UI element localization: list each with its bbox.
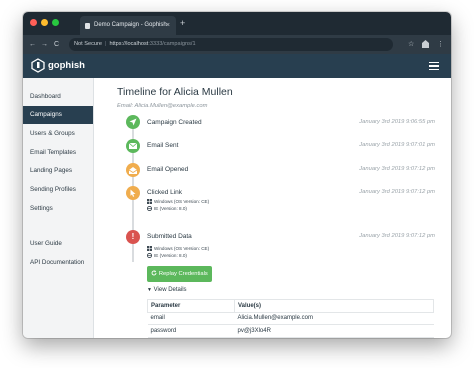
url-scheme: https:// (109, 41, 127, 47)
event-time: January 3rd 2019 9:07:12 pm (359, 189, 435, 195)
table-row: password pv@j3Xlo4R (147, 324, 434, 338)
brand-name: gophish (48, 60, 85, 71)
column-header: Parameter (147, 299, 235, 313)
tab-title: Demo Campaign - Gophish (94, 22, 167, 28)
new-tab-icon[interactable]: + (180, 15, 185, 32)
os-detail: Windows (OS Version: CE) (147, 199, 209, 204)
rocket-icon (126, 115, 140, 129)
replay-credentials-button[interactable]: Replay Credentials (147, 266, 212, 282)
sidebar-item-user-guide[interactable]: User Guide (23, 235, 93, 253)
window-controls (30, 19, 59, 26)
os-detail: Windows (OS Version: CE) (147, 246, 209, 251)
event-time: January 3rd 2019 9:07:12 pm (359, 166, 435, 172)
event-title: Clicked Link (147, 189, 183, 196)
caret-down-icon: ▼ (147, 287, 152, 293)
credentials-table: Parameter Value(s) email Alicia.Mullen@e… (147, 299, 434, 338)
url-host: localhost (126, 41, 149, 47)
table-header-row: Parameter Value(s) (147, 299, 434, 313)
hamburger-menu-icon[interactable] (429, 62, 439, 70)
url-field[interactable]: Not Secure | https://localhost:3333/campai… (69, 38, 393, 51)
not-secure-label: Not Secure (74, 41, 102, 47)
browser-detail: IE (Version: 8.0) (147, 253, 187, 258)
windows-icon (147, 246, 152, 251)
table-cell: pv@j3Xlo4R (234, 324, 434, 338)
table-row: email Alicia.Mullen@example.com (147, 311, 434, 325)
page-icon (85, 23, 90, 29)
ie-icon (147, 253, 152, 258)
refresh-icon (151, 270, 157, 276)
minimize-window-dot[interactable] (41, 19, 48, 26)
extension-icon[interactable] (422, 35, 429, 54)
event-title: Email Sent (147, 142, 179, 149)
browser-menu-icon[interactable]: ⋮ (437, 35, 444, 54)
sidebar-item-settings[interactable]: Settings (23, 200, 93, 218)
event-time: January 3rd 2019 9:07:12 pm (359, 233, 435, 239)
table-cell: email (147, 311, 235, 325)
gophish-logo-icon (31, 58, 45, 73)
table-cell: password (147, 324, 235, 338)
timeline-panel: Timeline for Alicia Mullen Email: Alicia… (94, 78, 451, 338)
close-window-dot[interactable] (30, 19, 37, 26)
browser-tab-bar: Demo Campaign - Gophish × + (23, 12, 451, 35)
ie-icon (147, 206, 152, 211)
sidebar-item-email-templates[interactable]: Email Templates (23, 144, 93, 162)
star-icon[interactable]: ☆ (408, 35, 414, 54)
sidebar-item-users-groups[interactable]: Users & Groups (23, 125, 93, 143)
table-cell: Alicia.Mullen@example.com (234, 311, 434, 325)
page-title: Timeline for Alicia Mullen (117, 86, 233, 98)
browser-detail: IE (Version: 8.0) (147, 206, 187, 211)
back-icon[interactable]: ← (29, 35, 36, 54)
pointer-icon (126, 186, 140, 200)
event-title: Submitted Data (147, 233, 192, 240)
browser-tab[interactable]: Demo Campaign - Gophish × (80, 16, 176, 35)
sidebar: Dashboard Campaigns Users & Groups Email… (23, 78, 94, 338)
sidebar-item-campaigns[interactable]: Campaigns (23, 106, 93, 124)
address-bar-row: ← → C Not Secure | https://localhost:3333/… (23, 35, 451, 54)
url-path: :3333/campaigns/1 (148, 41, 196, 47)
forward-icon[interactable]: → (41, 35, 48, 54)
brand-logo[interactable]: gophish (31, 58, 85, 73)
column-header: Value(s) (234, 299, 434, 313)
sidebar-item-api-documentation[interactable]: API Documentation (23, 254, 93, 272)
recipient-email: Email: Alicia.Mullen@example.com (117, 103, 208, 109)
view-details-toggle[interactable]: ▼ View Details (147, 287, 187, 293)
sidebar-item-landing-pages[interactable]: Landing Pages (23, 162, 93, 180)
sidebar-item-sending-profiles[interactable]: Sending Profiles (23, 181, 93, 199)
event-title: Email Opened (147, 166, 189, 173)
tab-close-icon[interactable]: × (166, 16, 170, 35)
envelope-icon (126, 139, 140, 153)
windows-icon (147, 199, 152, 204)
event-time: January 3rd 2019 9:07:01 pm (359, 142, 435, 148)
app-navbar: gophish (23, 54, 451, 78)
event-time: January 3rd 2019 9:06:55 pm (359, 119, 435, 125)
event-title: Campaign Created (147, 119, 202, 126)
maximize-window-dot[interactable] (52, 19, 59, 26)
sidebar-item-dashboard[interactable]: Dashboard (23, 88, 93, 106)
exclamation-icon: ! (126, 230, 140, 244)
envelope-open-icon (126, 163, 140, 177)
browser-window: Demo Campaign - Gophish × + ← → C Not Se… (23, 12, 451, 338)
reload-icon[interactable]: C (54, 35, 59, 54)
